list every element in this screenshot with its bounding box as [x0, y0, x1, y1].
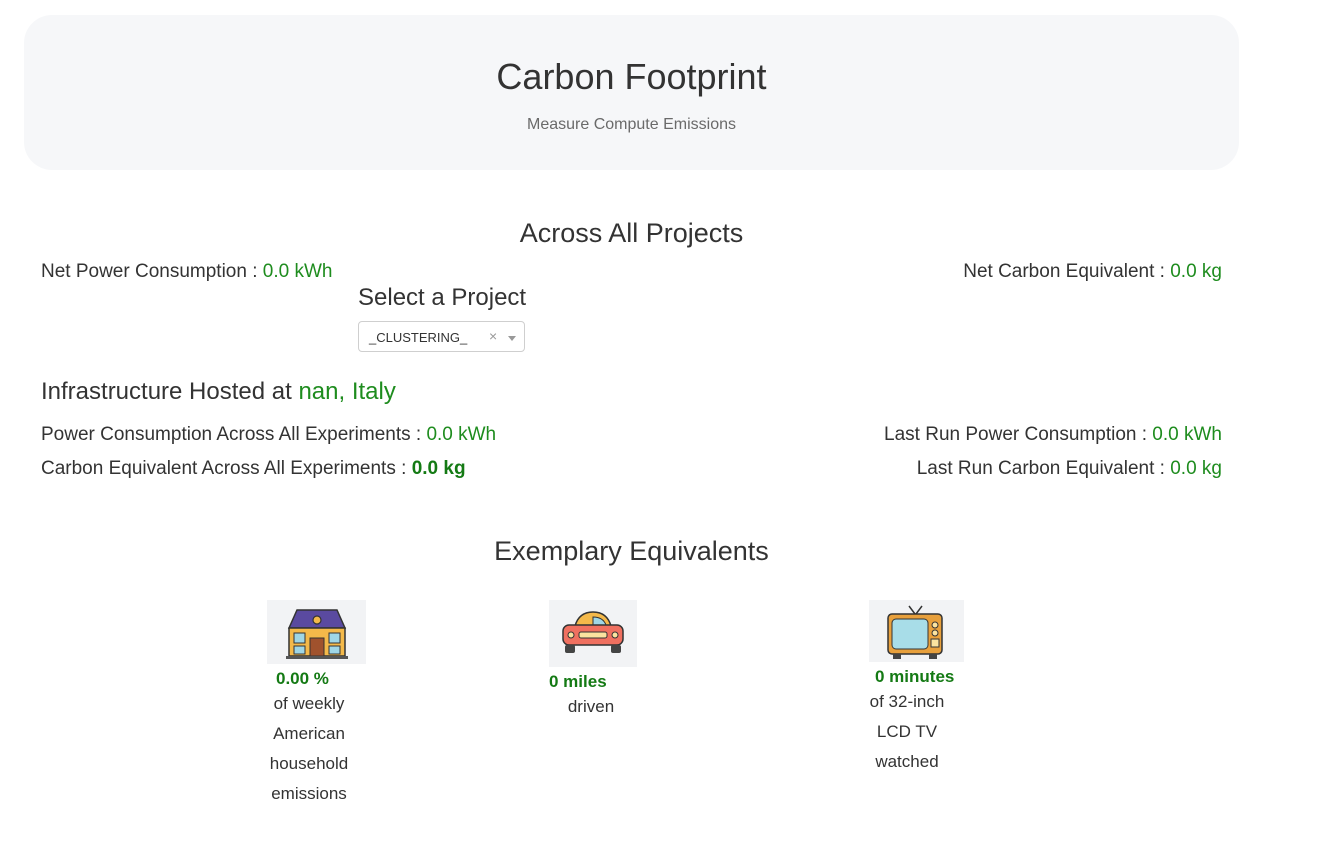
last-run-power: Last Run Power Consumption : 0.0 kWh: [884, 424, 1222, 446]
carbon-all-experiments: Carbon Equivalent Across All Experiments…: [41, 458, 466, 480]
power-all-experiments: Power Consumption Across All Experiments…: [41, 424, 496, 446]
last-power-value: 0.0 kWh: [1152, 424, 1222, 445]
desc-line: watched: [875, 752, 939, 771]
desc-line: American: [273, 724, 345, 743]
car-icon-box: [549, 600, 637, 667]
tv-icon: [887, 605, 943, 659]
project-dropdown[interactable]: _CLUSTERING_ ×: [358, 321, 525, 352]
car-icon: [562, 611, 624, 653]
net-carbon-label: Net Carbon Equivalent :: [963, 261, 1171, 282]
page-subtitle: Measure Compute Emissions: [527, 116, 736, 133]
last-carbon-label: Last Run Carbon Equivalent :: [916, 458, 1171, 479]
last-run-carbon: Last Run Carbon Equivalent : 0.0 kg: [917, 458, 1222, 480]
desc-line: emissions: [271, 784, 347, 803]
miles-driven-desc: driven: [541, 692, 641, 722]
select-project-label: Select a Project: [358, 284, 527, 311]
page-title: Carbon Footprint: [496, 56, 767, 97]
net-carbon-value: 0.0 kg: [1170, 261, 1222, 282]
tv-watched-value: 0 minutes: [875, 667, 955, 686]
desc-line: of weekly: [273, 694, 345, 713]
net-power-value: 0.0 kWh: [262, 261, 333, 282]
infrastructure-label: Infrastructure Hosted at: [41, 378, 299, 405]
carbon-all-label: Carbon Equivalent Across All Experiments…: [41, 458, 412, 479]
house-icon: [286, 609, 348, 659]
miles-driven-value: 0 miles: [549, 672, 607, 691]
infrastructure-location-value: nan, Italy: [298, 378, 396, 405]
desc-line: driven: [567, 697, 615, 716]
project-dropdown-value: _CLUSTERING_: [369, 330, 468, 345]
household-emissions-desc: of weekly American household emissions: [258, 689, 360, 809]
tv-icon-box: [869, 600, 964, 662]
desc-line: LCD TV: [876, 722, 938, 741]
net-power-label: Net Power Consumption :: [41, 261, 263, 282]
power-all-value: 0.0 kWh: [426, 424, 497, 445]
tv-watched-desc: of 32-inch LCD TV watched: [857, 687, 957, 777]
desc-line: household: [269, 754, 349, 773]
house-icon-box: [267, 600, 366, 664]
chevron-down-icon[interactable]: [508, 336, 516, 341]
equivalents-title: Exemplary Equivalents: [494, 536, 769, 566]
infrastructure-location: Infrastructure Hosted at nan, Italy: [41, 378, 396, 406]
header-jumbotron: Carbon Footprint Measure Compute Emissio…: [24, 15, 1239, 170]
last-carbon-value: 0.0 kg: [1170, 458, 1222, 479]
last-power-label: Last Run Power Consumption :: [884, 424, 1153, 445]
carbon-all-value: 0.0 kg: [411, 458, 466, 479]
clear-icon[interactable]: ×: [489, 328, 497, 344]
net-power-consumption: Net Power Consumption : 0.0 kWh: [41, 261, 332, 283]
power-all-label: Power Consumption Across All Experiments…: [41, 424, 427, 445]
overview-title: Across All Projects: [519, 218, 744, 248]
desc-line: of 32-inch: [869, 692, 945, 711]
household-emissions-value: 0.00 %: [276, 669, 329, 688]
net-carbon-equivalent: Net Carbon Equivalent : 0.0 kg: [963, 261, 1222, 283]
